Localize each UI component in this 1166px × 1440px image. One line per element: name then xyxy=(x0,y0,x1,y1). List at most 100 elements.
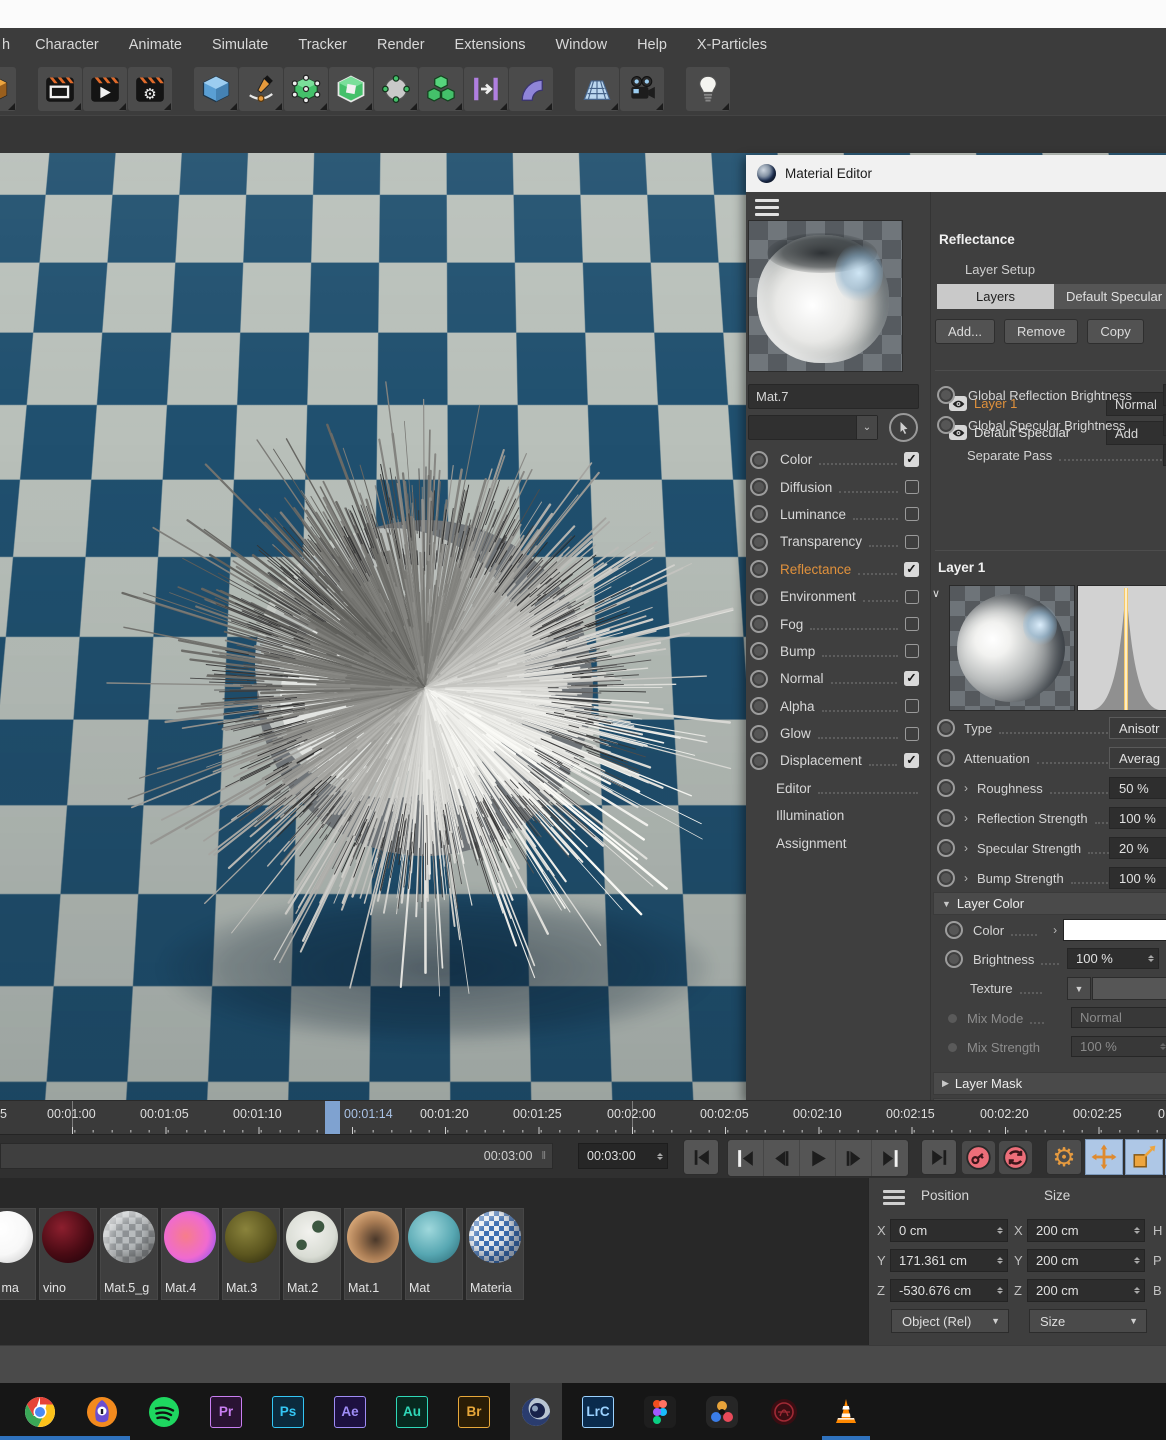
texture-field[interactable] xyxy=(1092,977,1166,1000)
layer-mask-section[interactable]: ▶ Layer Mask xyxy=(933,1072,1166,1095)
channel-row-luminance[interactable]: Luminance xyxy=(746,501,925,528)
preview-range-scrubber[interactable]: 00:03:00 ‖ xyxy=(0,1143,553,1169)
current-time-field[interactable]: 00:03:00 xyxy=(578,1143,668,1169)
material-thumb-materia[interactable]: Materia xyxy=(466,1208,524,1300)
animate-radio-icon[interactable] xyxy=(937,416,955,434)
channel-row-normal[interactable]: Normal✓ xyxy=(746,665,925,692)
layer1-preview-sphere[interactable] xyxy=(949,585,1075,711)
param-row-specular-strength[interactable]: ›Specular Strength20 % xyxy=(937,836,1166,860)
animate-radio-icon[interactable] xyxy=(750,725,768,743)
collapse-chevron-icon[interactable]: ∨ xyxy=(932,587,940,600)
animate-radio-icon[interactable] xyxy=(750,588,768,606)
render-picture-button[interactable] xyxy=(83,67,127,111)
position-y-field[interactable]: 171.361 cm xyxy=(890,1249,1008,1272)
material-name-field[interactable]: Mat.7 xyxy=(748,384,919,409)
array-cubes-button[interactable] xyxy=(419,67,463,111)
param-value-field[interactable]: 50 % xyxy=(1109,777,1166,799)
material-thumb-mat[interactable]: Mat xyxy=(405,1208,463,1300)
channel-row-reflectance[interactable]: Reflectance✓ xyxy=(746,556,925,583)
channel-label[interactable]: Assignment xyxy=(776,836,847,851)
taskbar-audition[interactable]: Au xyxy=(386,1383,438,1440)
param-value-field[interactable]: 20 % xyxy=(1109,837,1166,859)
button-copy[interactable]: Copy xyxy=(1087,319,1143,344)
param-dropdown[interactable]: Anisotr xyxy=(1109,717,1166,739)
previous-key-button[interactable] xyxy=(728,1140,764,1176)
menu-item-x-particles[interactable]: X-Particles xyxy=(682,37,782,53)
animate-radio-icon[interactable] xyxy=(937,749,955,767)
layer-color-section[interactable]: ▼ Layer Color xyxy=(933,892,1166,915)
material-thumb-mat-2[interactable]: Mat.2 xyxy=(283,1208,341,1300)
material-editor-titlebar[interactable]: Material Editor xyxy=(746,155,1166,192)
expand-arrow-icon[interactable]: › xyxy=(964,781,968,795)
size-z-field[interactable]: 200 cm xyxy=(1027,1279,1145,1302)
pick-material-button[interactable] xyxy=(889,413,918,442)
animate-radio-icon[interactable] xyxy=(750,533,768,551)
material-space-dropdown[interactable]: ⌄ xyxy=(748,415,878,440)
animate-radio-icon[interactable] xyxy=(937,779,955,797)
menu-item-extensions[interactable]: Extensions xyxy=(440,37,541,53)
keying-settings-button[interactable]: ⚙ xyxy=(1046,1139,1082,1175)
channel-row-assignment[interactable]: Assignment xyxy=(746,829,925,856)
channel-checkbox[interactable] xyxy=(905,699,919,713)
animate-radio-icon[interactable] xyxy=(937,386,955,404)
size-mode-dropdown[interactable]: Size▼ xyxy=(1029,1309,1147,1333)
position-z-field[interactable]: -530.676 cm xyxy=(890,1279,1008,1302)
channel-checkbox[interactable]: ✓ xyxy=(904,562,919,577)
animate-radio-icon[interactable] xyxy=(750,752,768,770)
play-button[interactable] xyxy=(800,1140,836,1176)
stepper-icon[interactable] xyxy=(657,1153,663,1160)
channel-label[interactable]: Illumination xyxy=(776,808,844,823)
material-thumb-mat-5-g[interactable]: Mat.5_g xyxy=(100,1208,158,1300)
stepper-icon[interactable] xyxy=(997,1257,1003,1264)
render-settings-button[interactable]: ⚙ xyxy=(128,67,172,111)
param-dropdown[interactable]: Averag xyxy=(1109,747,1166,769)
param-row-bump-strength[interactable]: ›Bump Strength100 % xyxy=(937,866,1166,890)
expand-arrow-icon[interactable]: › xyxy=(964,811,968,825)
animate-radio-icon[interactable] xyxy=(750,697,768,715)
channel-row-color[interactable]: Color✓ xyxy=(746,446,925,473)
size-y-field[interactable]: 200 cm xyxy=(1027,1249,1145,1272)
goto-start-button[interactable] xyxy=(683,1139,719,1175)
brightness-field[interactable]: 100 % xyxy=(1067,948,1159,969)
animate-radio-icon[interactable] xyxy=(750,451,768,469)
material-preview[interactable] xyxy=(748,220,903,372)
material-thumb-mat-3[interactable]: Mat.3 xyxy=(222,1208,280,1300)
channel-checkbox[interactable] xyxy=(905,590,919,604)
stepper-icon[interactable] xyxy=(997,1287,1003,1294)
param-row-type[interactable]: TypeAnisotr xyxy=(937,716,1166,740)
stepper-icon[interactable] xyxy=(1148,955,1154,962)
animate-radio-icon[interactable] xyxy=(937,809,955,827)
channel-checkbox[interactable] xyxy=(905,644,919,658)
channel-label[interactable]: Glow xyxy=(780,726,811,741)
expand-arrow-icon[interactable]: › xyxy=(964,871,968,885)
channel-label[interactable]: Luminance xyxy=(780,507,846,522)
next-frame-button[interactable] xyxy=(836,1140,872,1176)
channel-row-diffusion[interactable]: Diffusion xyxy=(746,473,925,500)
channel-label[interactable]: Diffusion xyxy=(780,480,832,495)
points-mode-button[interactable] xyxy=(284,67,328,111)
menu-item-render[interactable]: Render xyxy=(362,37,440,53)
menu-item-tracker[interactable]: Tracker xyxy=(283,37,362,53)
taskbar-davinci[interactable] xyxy=(696,1383,748,1440)
channel-row-bump[interactable]: Bump xyxy=(746,638,925,665)
taskbar-cinema4d[interactable] xyxy=(510,1383,562,1440)
param-row-reflection-strength[interactable]: ›Reflection Strength100 % xyxy=(937,806,1166,830)
light-button[interactable] xyxy=(686,67,730,111)
render-view-button[interactable] xyxy=(38,67,82,111)
material-thumb-mat-1[interactable]: Mat.1 xyxy=(344,1208,402,1300)
polygons-mode-button[interactable] xyxy=(329,67,373,111)
range-grip-icon[interactable]: ‖ xyxy=(541,1150,547,1162)
menu-item-animate[interactable]: Animate xyxy=(114,37,197,53)
material-thumb-mat-4[interactable]: Mat.4 xyxy=(161,1208,219,1300)
menu-item-h[interactable]: h xyxy=(0,37,20,53)
taskbar-vlc[interactable] xyxy=(820,1383,872,1440)
param-row-attenuation[interactable]: AttenuationAverag xyxy=(937,746,1166,770)
taskbar-premiere[interactable]: Pr xyxy=(200,1383,252,1440)
expand-arrow-icon[interactable]: › xyxy=(1053,923,1057,937)
channel-checkbox[interactable] xyxy=(905,727,919,741)
channel-label[interactable]: Bump xyxy=(780,644,815,659)
timeline-ruler[interactable]: 500:01:0000:01:0500:01:1000:01:2000:01:2… xyxy=(0,1100,1166,1135)
button-remove[interactable]: Remove xyxy=(1004,319,1078,344)
animate-radio-icon[interactable] xyxy=(937,839,955,857)
cube-orange-partial-button[interactable] xyxy=(0,67,16,111)
